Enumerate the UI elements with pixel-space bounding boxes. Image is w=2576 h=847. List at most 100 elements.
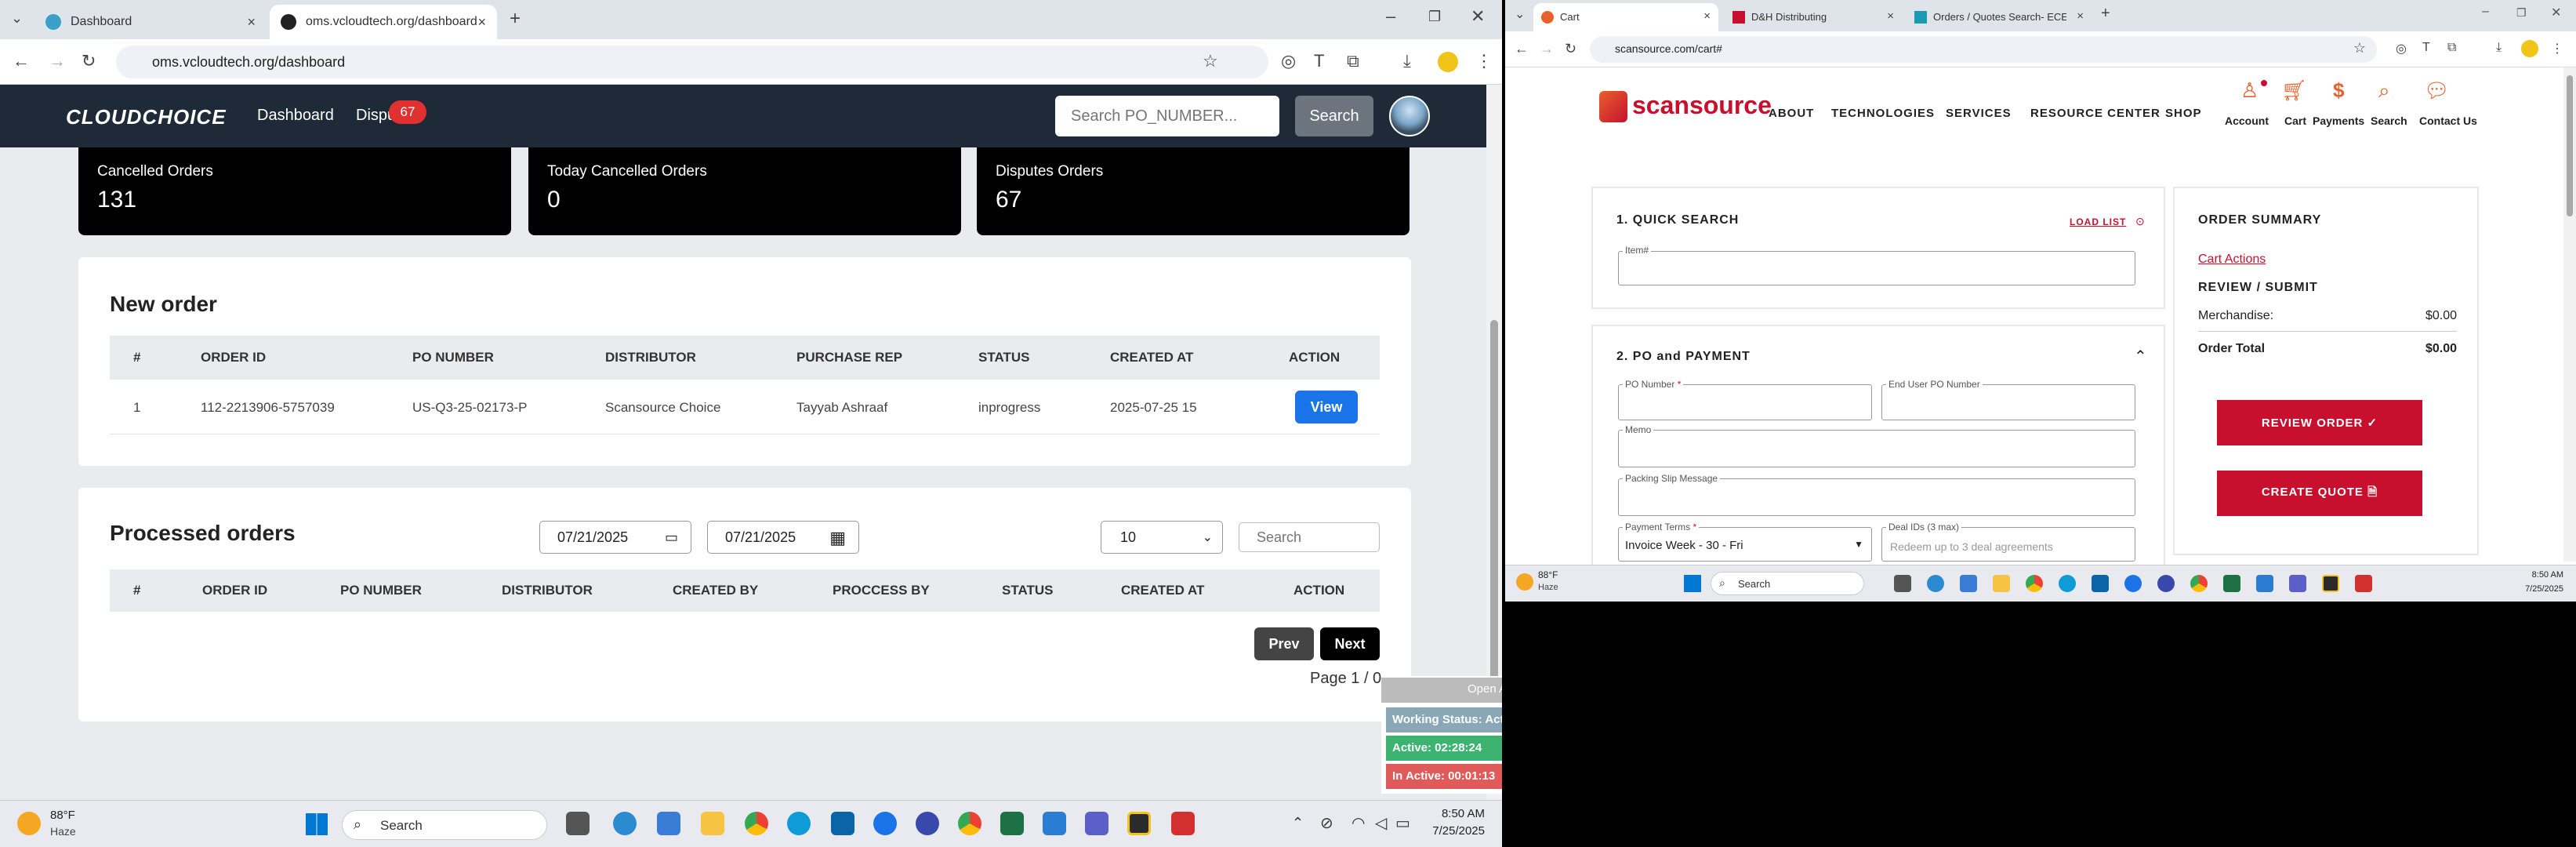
search-icon[interactable]: ⌕ xyxy=(2378,78,2390,104)
back-icon[interactable]: ← xyxy=(1515,41,1529,57)
close-icon[interactable]: × xyxy=(1887,9,1894,23)
tab-search-icon[interactable]: ⌄ xyxy=(11,11,23,25)
app-icon[interactable] xyxy=(2322,575,2339,592)
item-input[interactable] xyxy=(1618,251,2135,285)
view-button[interactable]: View xyxy=(1295,391,1358,424)
wifi-icon[interactable]: ◠ xyxy=(1351,813,1365,833)
taskbar-search[interactable]: ⌕ Search xyxy=(342,810,547,840)
next-button[interactable]: Next xyxy=(1320,627,1380,660)
minimize-icon[interactable]: – xyxy=(1386,8,1395,25)
menu-icon[interactable]: ⋮ xyxy=(1475,53,1493,70)
search-button[interactable]: Search xyxy=(1295,96,1373,136)
forward-icon[interactable]: → xyxy=(49,53,66,70)
page-size-select[interactable]: 10 ⌄ xyxy=(1101,521,1223,554)
task-view-icon[interactable] xyxy=(566,812,590,835)
teams-icon[interactable] xyxy=(2289,575,2306,592)
calculator-icon[interactable] xyxy=(657,812,680,835)
edge-icon[interactable] xyxy=(787,812,811,835)
user-icon[interactable]: ♙ xyxy=(2240,78,2259,103)
packing-slip-input[interactable] xyxy=(1618,478,2135,516)
weather-icon[interactable] xyxy=(17,812,41,835)
teams-icon[interactable] xyxy=(1085,812,1108,835)
reader-icon[interactable]: T xyxy=(1314,53,1324,70)
windows-start-icon[interactable] xyxy=(1684,575,1701,592)
scrollbar-thumb[interactable] xyxy=(1490,320,1498,681)
app-logo[interactable]: CLOUDCHOICE xyxy=(66,105,227,129)
scrollbar-thumb[interactable] xyxy=(2567,75,2573,216)
nav-technologies[interactable]: TECHNOLOGIES xyxy=(1831,107,1935,120)
cart-link[interactable]: Cart xyxy=(2284,115,2306,127)
scansource-logo[interactable]: scansource xyxy=(1632,91,1772,120)
memo-input[interactable] xyxy=(1618,430,2135,467)
nav-resource-center[interactable]: RESOURCE CENTER xyxy=(2030,107,2161,120)
profile-icon[interactable] xyxy=(2521,40,2538,57)
prev-button[interactable]: Prev xyxy=(1254,627,1314,660)
excel-icon[interactable] xyxy=(1000,812,1024,835)
tab-search-icon[interactable]: ⌄ xyxy=(1515,6,1525,22)
new-tab-icon[interactable]: + xyxy=(510,9,521,28)
account-link[interactable]: Account xyxy=(2225,115,2269,127)
nav-services[interactable]: SERVICES xyxy=(1946,107,2012,120)
scansource-logo-mark[interactable] xyxy=(1599,91,1627,122)
search-link[interactable]: Search xyxy=(2371,115,2407,127)
new-tab-icon[interactable]: + xyxy=(2101,5,2110,23)
chrome-icon[interactable] xyxy=(745,812,768,835)
tab-dashboard[interactable]: Dashboard × xyxy=(34,5,267,39)
url-input[interactable]: scansource.com/cart# ☆ xyxy=(1590,36,2377,63)
close-window-icon[interactable]: ✕ xyxy=(1471,8,1485,25)
load-list-link[interactable]: LOAD LIST xyxy=(2070,216,2126,227)
profile-icon[interactable] xyxy=(1438,52,1458,72)
chevron-up-icon[interactable]: ⌃ xyxy=(2134,347,2147,366)
payments-link[interactable]: Payments xyxy=(2313,115,2364,127)
app-icon[interactable] xyxy=(2256,575,2273,592)
app-icon[interactable] xyxy=(1927,575,1944,592)
network-off-icon[interactable]: ⊘ xyxy=(1320,813,1333,833)
minimize-icon[interactable]: – xyxy=(2482,5,2489,19)
chat-icon[interactable]: 💬︎ xyxy=(2424,78,2450,103)
tab-oms-dashboard[interactable]: oms.vcloudtech.org/dashboard × xyxy=(270,5,497,39)
taskbar-search[interactable]: ⌕ Search xyxy=(1711,572,1864,595)
download-icon[interactable]: ⤓ xyxy=(2496,41,2502,55)
back-icon[interactable]: ← xyxy=(13,53,30,70)
task-view-icon[interactable] xyxy=(1894,575,1911,592)
bookmark-star-icon[interactable]: ☆ xyxy=(1203,53,1218,70)
restore-icon[interactable]: ❐ xyxy=(1428,9,1441,24)
reload-icon[interactable]: ↻ xyxy=(82,53,96,70)
create-quote-button[interactable]: CREATE QUOTE 🗎 xyxy=(2217,471,2422,516)
url-input[interactable]: oms.vcloudtech.org/dashboard xyxy=(116,45,1268,78)
app-icon[interactable] xyxy=(1127,812,1151,835)
close-window-icon[interactable]: ✕ xyxy=(2551,5,2561,20)
close-icon[interactable]: × xyxy=(477,14,486,31)
outlook-icon[interactable] xyxy=(831,812,854,835)
review-order-button[interactable]: REVIEW ORDER ✓ xyxy=(2217,400,2422,445)
excel-icon[interactable] xyxy=(2223,575,2240,592)
scrollbar[interactable] xyxy=(2563,67,2576,562)
windows-start-icon[interactable] xyxy=(306,813,328,835)
avatar[interactable] xyxy=(1389,96,1430,136)
calendar-icon[interactable]: ▭ xyxy=(665,529,678,546)
app-icon[interactable] xyxy=(613,812,637,835)
po-search-input[interactable] xyxy=(1055,96,1279,136)
nav-shop[interactable]: SHOP xyxy=(2165,107,2202,120)
chevron-up-icon[interactable]: ⌃ xyxy=(1292,815,1304,831)
app-icon[interactable] xyxy=(916,812,939,835)
dollar-icon[interactable]: $ xyxy=(2333,78,2344,103)
chrome-icon[interactable] xyxy=(2190,575,2208,592)
cart-actions-link[interactable]: Cart Actions xyxy=(2198,253,2266,267)
extensions-icon[interactable]: ⧉ xyxy=(1347,53,1359,70)
close-icon[interactable]: × xyxy=(1703,9,1711,23)
open-app-bar[interactable]: Open A xyxy=(1381,678,1502,703)
translate-icon[interactable]: ◎ xyxy=(2396,41,2407,56)
restore-icon[interactable]: ❐ xyxy=(2516,6,2527,20)
tab-dh[interactable]: D&H Distributing × xyxy=(1725,3,1902,31)
battery-icon[interactable]: ▭ xyxy=(1395,813,1410,833)
cart-icon[interactable]: 🛒︎ xyxy=(2281,78,2307,103)
download-icon[interactable]: ⤓ xyxy=(1403,53,1411,70)
extensions-icon[interactable]: ⧉ xyxy=(2447,41,2456,55)
app-icon[interactable] xyxy=(2157,575,2175,592)
upload-icon[interactable]: ⊙ xyxy=(2135,215,2145,228)
close-icon[interactable]: × xyxy=(247,14,256,31)
date-to-input[interactable]: 07/21/2025 ▦ xyxy=(707,521,859,554)
processed-search-input[interactable] xyxy=(1239,522,1380,552)
calculator-icon[interactable] xyxy=(1960,575,1977,592)
